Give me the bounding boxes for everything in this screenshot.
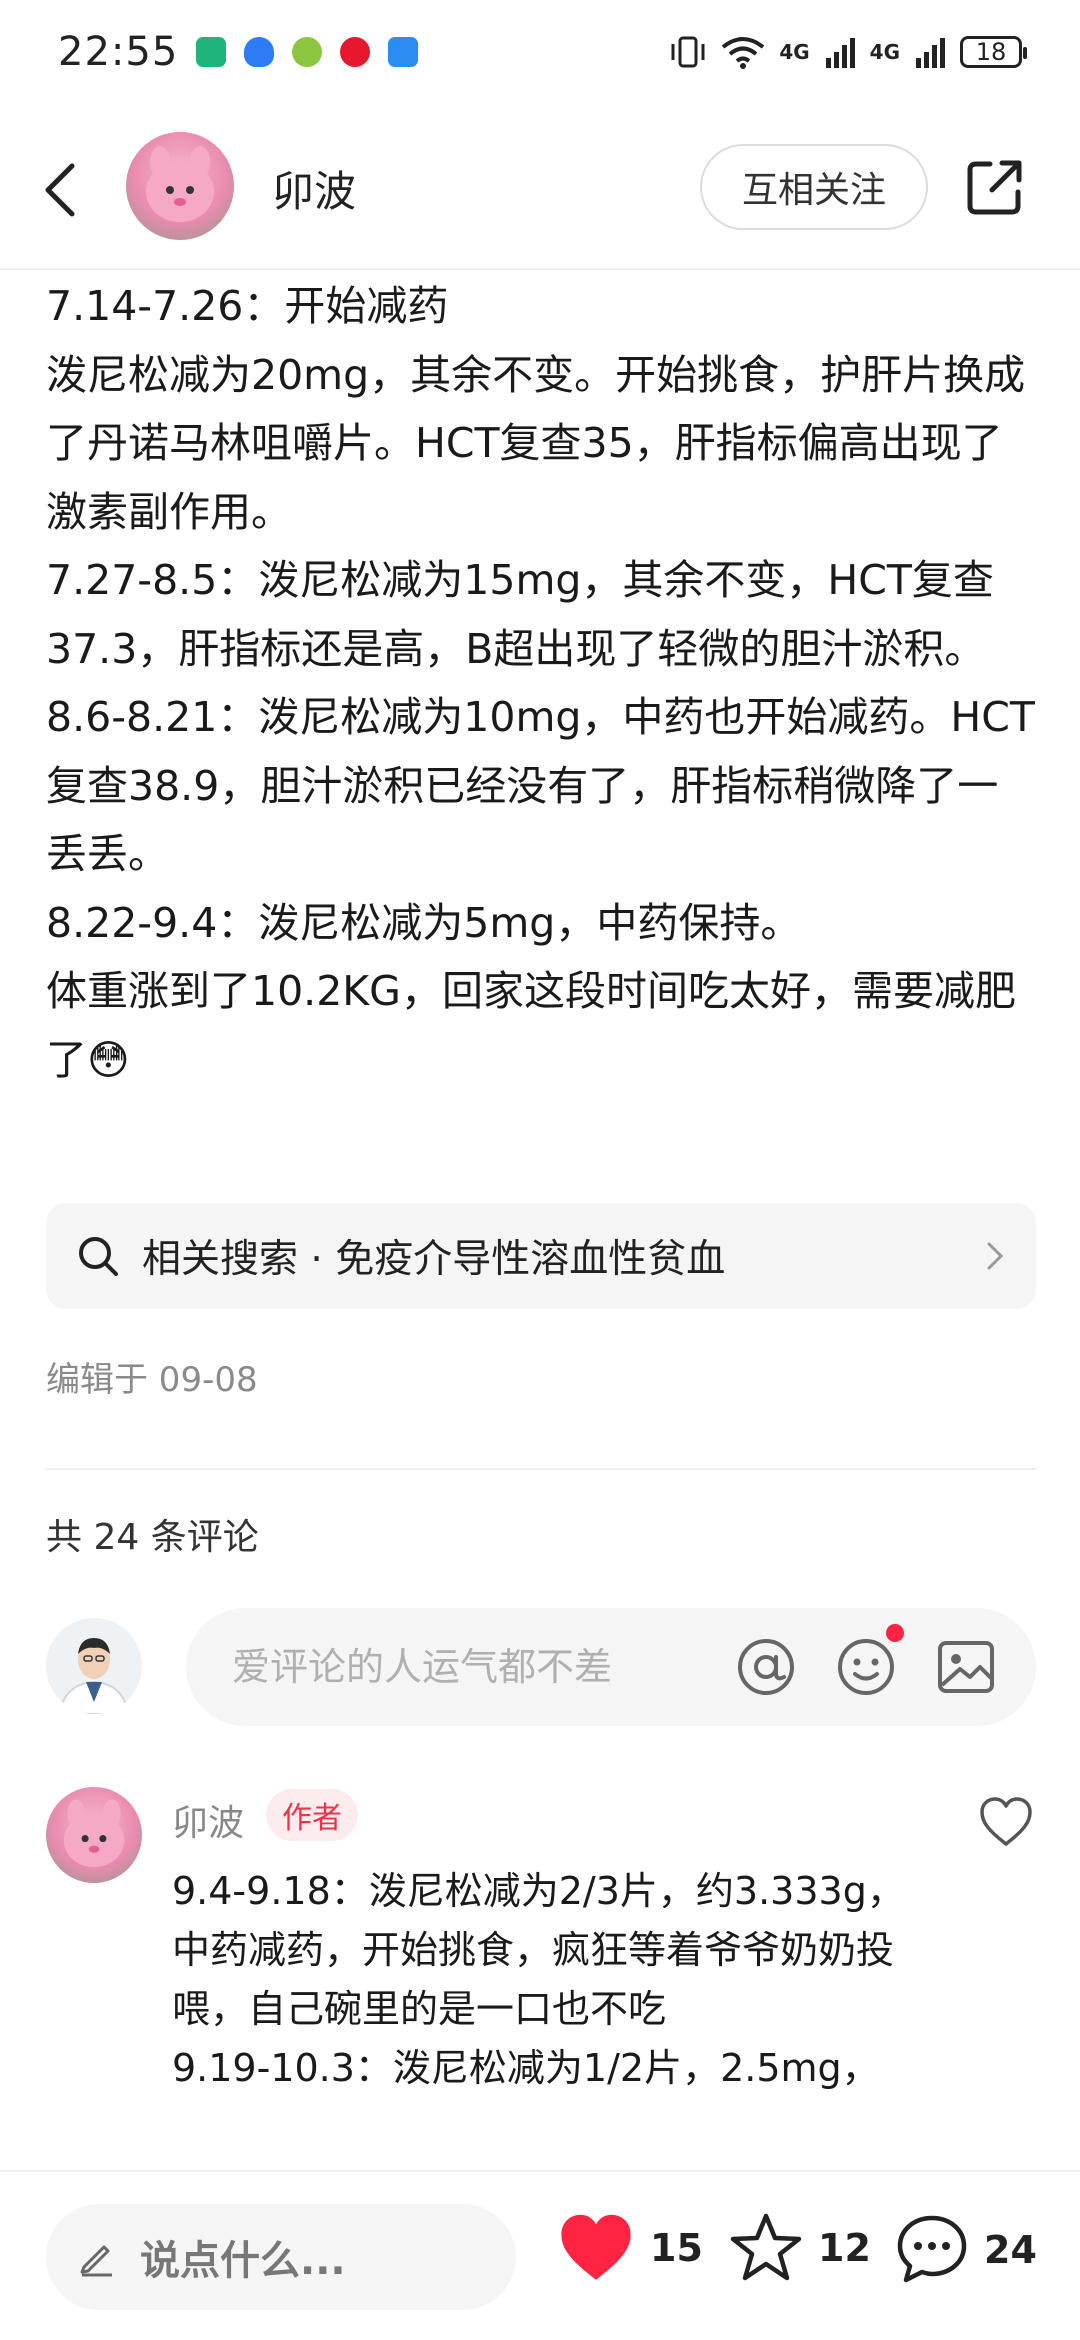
wifi-icon <box>722 37 765 69</box>
network-label-1: 4G <box>779 40 810 64</box>
comment-input[interactable] <box>230 1644 714 1690</box>
heart-filled-icon <box>561 2214 631 2280</box>
comment-line: 9.19-10.3：泼尼松减为1/2片，2.5mg， <box>172 2046 880 2090</box>
post-paragraph: 泼尼松减为20mg，其余不变。开始挑食，护肝片换成了丹诺马林咀嚼片。HCT复查3… <box>46 350 1026 536</box>
status-bar: 22:55 4G 4G 18 <box>0 0 1080 104</box>
emoji-icon[interactable] <box>836 1637 896 1697</box>
follow-button[interactable]: 互相关注 <box>700 144 928 230</box>
chevron-right-icon <box>987 1242 1004 1270</box>
comment-input-box[interactable] <box>186 1608 1036 1726</box>
status-time: 22:55 <box>58 29 179 75</box>
notification-dot <box>886 1624 904 1642</box>
related-search-label: 相关搜索 · 免疫介导性溶血性贫血 <box>142 1237 726 1282</box>
cloud-app-icon <box>388 37 419 67</box>
at-icon[interactable] <box>736 1637 796 1697</box>
say-something-label: 说点什么... <box>140 2238 346 2284</box>
battery-indicator: 18 <box>960 36 1027 68</box>
comment-button[interactable]: 24 <box>894 2212 1037 2288</box>
post-paragraph: 体重涨到了10.2KG，回家这段时间吃太好，需要减肥了😳 <box>46 967 1016 1084</box>
image-icon[interactable] <box>936 1637 996 1697</box>
bottom-action-bar: 说点什么... 15 12 24 <box>0 2170 1080 2340</box>
share-icon[interactable] <box>964 156 1026 218</box>
settings-app-icon <box>292 37 323 67</box>
pencil-icon <box>80 2245 112 2277</box>
signal-icon <box>916 38 945 68</box>
network-label-2: 4G <box>869 40 900 64</box>
favorite-count: 12 <box>818 2226 871 2270</box>
my-avatar <box>46 1618 142 1714</box>
avatar-image <box>146 146 214 222</box>
avatar-image <box>63 1799 125 1867</box>
say-something-input[interactable]: 说点什么... <box>46 2204 516 2310</box>
post-paragraph: 7.27-8.5：泼尼松减为15mg，其余不变，HCT复查37.3，肝指标还是高… <box>46 556 994 673</box>
commenter-name[interactable]: 卯波 <box>172 1794 244 1846</box>
edited-time: 编辑于 09-08 <box>46 1360 258 1400</box>
commenter-avatar[interactable] <box>46 1787 142 1883</box>
comment-bubble-icon <box>897 2215 967 2283</box>
post-paragraph: 8.22-9.4：泼尼松减为5mg，中药保持。 <box>46 898 802 947</box>
author-avatar[interactable] <box>126 132 234 240</box>
post-paragraph: 8.6-8.21：泼尼松减为10mg，中药也开始减药。HCT复查38.9，胆汁淤… <box>46 693 1035 878</box>
comment-count: 共 24 条评论 <box>46 1517 259 1558</box>
related-search-card[interactable]: 相关搜索 · 免疫介导性溶血性贫血 <box>46 1203 1036 1309</box>
comment-count-number: 24 <box>984 2228 1037 2272</box>
like-count: 15 <box>650 2226 703 2270</box>
star-icon <box>730 2213 802 2281</box>
back-icon[interactable] <box>40 162 80 218</box>
search-icon <box>79 1237 118 1276</box>
author-badge: 作者 <box>266 1789 358 1841</box>
avatar-image <box>46 1618 142 1714</box>
note-detail-page: 22:55 4G 4G 18 卯波 互相关注 7.14-7.26：开始减药 泼尼… <box>0 0 1080 2340</box>
status-left: 22:55 <box>58 29 419 75</box>
post-paragraph: 7.14-7.26：开始减药 <box>46 282 449 330</box>
author-name[interactable]: 卯波 <box>272 158 356 219</box>
favorite-button[interactable]: 12 <box>728 2212 871 2284</box>
heart-outline-icon[interactable] <box>978 1796 1034 1848</box>
note-header: 卯波 互相关注 <box>0 104 1080 270</box>
status-right: 4G 4G 18 <box>669 34 1027 70</box>
hourglass-app-icon <box>196 37 227 67</box>
shield-app-icon <box>244 37 275 67</box>
vibrate-icon <box>671 36 705 68</box>
post-body: 7.14-7.26：开始减药 泼尼松减为20mg，其余不变。开始挑食，护肝片换成… <box>46 272 1036 1094</box>
comment-body: 9.4-9.18：泼尼松减为2/3片，约3.333g，中药减药，开始挑食，疯狂等… <box>172 1862 912 2098</box>
comment-line: 9.4-9.18：泼尼松减为2/3片，约3.333g，中药减药，开始挑食，疯狂等… <box>172 1869 905 2031</box>
weibo-app-icon <box>340 37 371 67</box>
like-button[interactable]: 15 <box>556 2212 703 2284</box>
signal-icon <box>825 38 855 68</box>
divider <box>46 1468 1036 1470</box>
